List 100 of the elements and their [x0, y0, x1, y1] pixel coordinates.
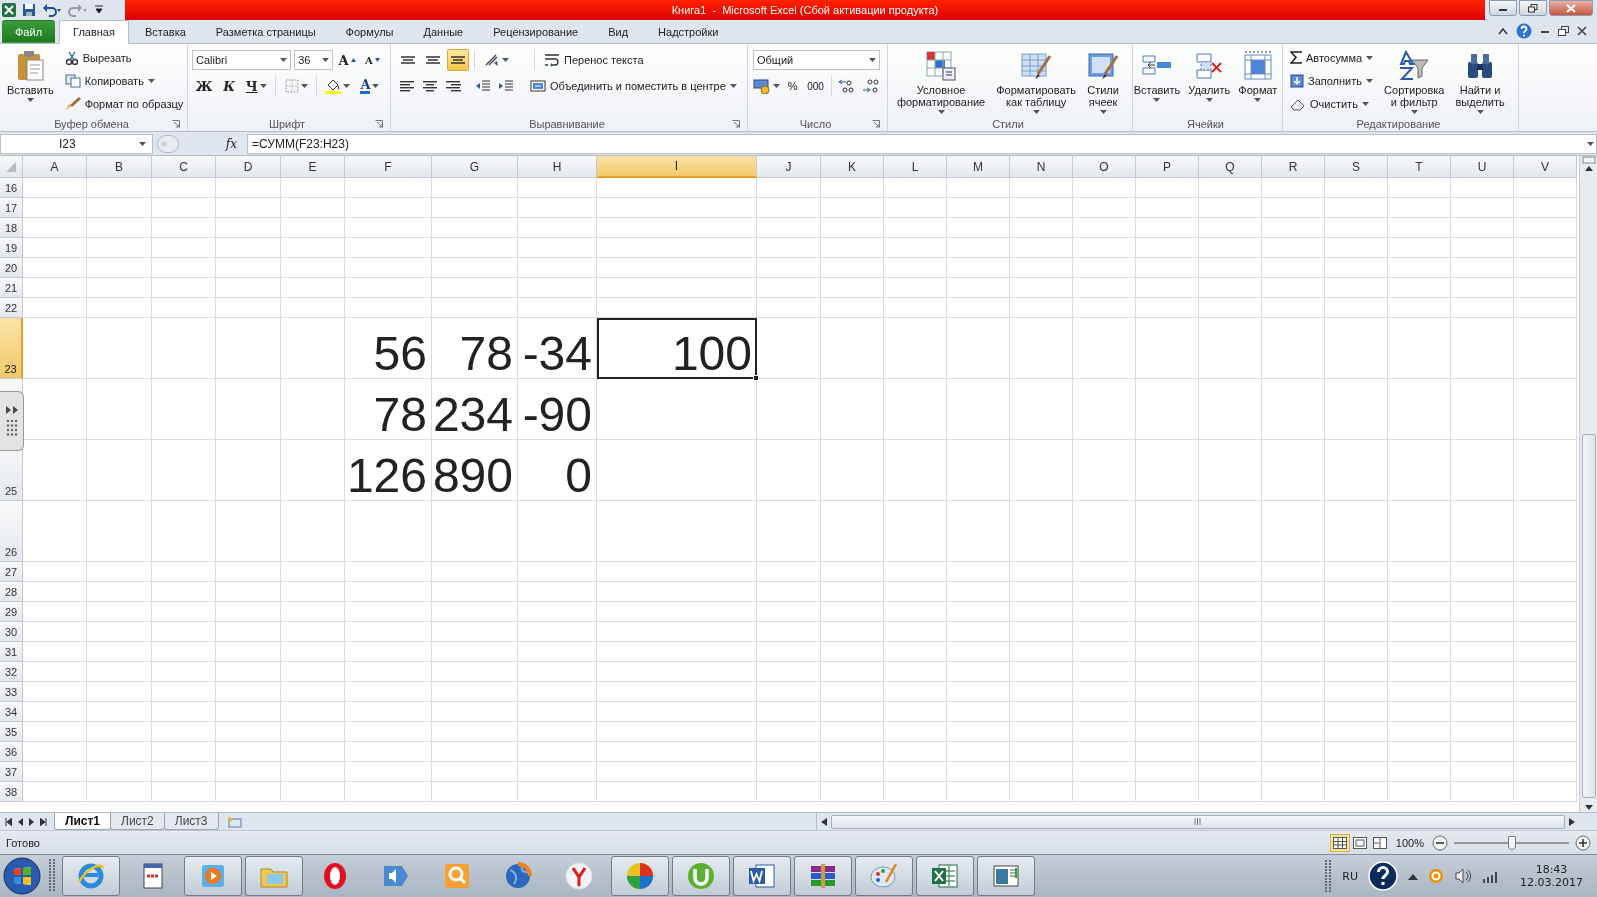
column-header[interactable]: C — [152, 156, 216, 178]
styles-button[interactable]: Стили ячеек — [1083, 47, 1124, 115]
dialog-launcher-icon[interactable] — [872, 120, 880, 128]
row-header[interactable]: 23 — [0, 318, 23, 379]
clear-button[interactable]: Очистить — [1286, 93, 1378, 114]
column-header[interactable]: O — [1073, 156, 1136, 178]
insert-sheet-icon[interactable] — [226, 815, 243, 828]
column-header[interactable]: L — [884, 156, 947, 178]
column-header[interactable]: I — [597, 156, 757, 178]
dialog-launcher-icon[interactable] — [732, 120, 740, 128]
slider-thumb[interactable] — [1507, 835, 1516, 850]
cells-button[interactable]: Вставить — [1129, 47, 1185, 115]
cells-button[interactable]: Формат — [1234, 47, 1282, 115]
thousands-separator-button[interactable]: 000 — [805, 75, 826, 97]
minimize-button[interactable] — [1489, 0, 1517, 16]
undo-icon[interactable] — [42, 3, 62, 17]
column-header[interactable]: D — [216, 156, 281, 178]
clock[interactable]: 18:43 12.03.2017 — [1520, 863, 1583, 889]
select-all-corner[interactable] — [0, 156, 23, 178]
column-header[interactable]: U — [1451, 156, 1514, 178]
save-icon[interactable] — [22, 3, 36, 17]
column-header[interactable]: M — [947, 156, 1010, 178]
excel-icon[interactable] — [2, 3, 16, 17]
sort-filter-button[interactable]: Сортировка и фильтр — [1380, 47, 1449, 115]
row-header[interactable]: 20 — [0, 258, 23, 278]
column-header[interactable]: J — [757, 156, 821, 178]
column-header[interactable]: T — [1388, 156, 1451, 178]
language-indicator[interactable]: RU — [1342, 869, 1358, 883]
ribbon-tab[interactable]: Главная — [59, 20, 129, 44]
column-header[interactable]: R — [1262, 156, 1325, 178]
ribbon-tab[interactable]: Формулы — [331, 20, 408, 43]
scroll-left-icon[interactable] — [820, 817, 827, 826]
ribbon-tab[interactable]: Рецензирование — [479, 20, 593, 43]
taskbar-app-button[interactable] — [62, 856, 120, 896]
row-header[interactable]: 31 — [0, 642, 23, 662]
fill-button[interactable]: Заполнить — [1286, 70, 1378, 91]
taskbar-app-button[interactable] — [794, 856, 852, 896]
wrap-text-button[interactable]: Перенос текста — [540, 49, 648, 71]
redo-icon[interactable] — [68, 3, 88, 17]
taskbar-app-button[interactable] — [184, 856, 242, 896]
last-sheet-icon[interactable] — [40, 817, 47, 826]
taskbar-app-button[interactable] — [611, 856, 669, 896]
ribbon-tab[interactable]: Разметка страницы — [201, 20, 330, 43]
column-header[interactable]: P — [1136, 156, 1199, 178]
copy-button[interactable]: Копировать — [60, 70, 188, 91]
split-handle-icon[interactable] — [1581, 156, 1596, 164]
row-header[interactable]: 16 — [0, 178, 23, 198]
collapse-ribbon-icon[interactable] — [1498, 27, 1508, 35]
column-header[interactable]: H — [518, 156, 597, 178]
number-format-field[interactable]: Общий — [753, 50, 880, 70]
table-cell[interactable]: 78 — [345, 379, 432, 440]
zoom-in-icon[interactable] — [1575, 834, 1591, 851]
paste-button[interactable]: Вставить — [3, 47, 58, 115]
italic-button[interactable]: К — [219, 75, 240, 97]
close-button[interactable] — [1549, 0, 1593, 16]
font-color-button[interactable]: A — [356, 75, 383, 97]
underline-button[interactable]: Ч — [242, 75, 271, 97]
ribbon-tab[interactable]: Вид — [594, 20, 643, 43]
table-cell[interactable]: 56 — [345, 318, 432, 379]
first-sheet-icon[interactable] — [5, 817, 12, 826]
cells-button[interactable]: Удалить — [1184, 47, 1235, 115]
row-header[interactable]: 27 — [0, 562, 23, 582]
row-header[interactable]: 37 — [0, 762, 23, 782]
column-header[interactable]: V — [1514, 156, 1577, 178]
formula-field[interactable]: =СУММ(F23:H23) — [247, 133, 1597, 154]
row-header[interactable]: 30 — [0, 622, 23, 642]
splitter-handle-icon[interactable] — [157, 134, 179, 153]
ribbon-tab[interactable]: Данные — [409, 20, 478, 43]
column-header[interactable]: N — [1010, 156, 1073, 178]
taskbar-app-button[interactable] — [672, 856, 730, 896]
zoom-out-icon[interactable] — [1432, 834, 1448, 851]
restore-icon[interactable] — [1558, 26, 1569, 36]
table-cell[interactable]: 126 — [345, 440, 432, 501]
show-hidden-icons-icon[interactable] — [1408, 872, 1418, 880]
table-cell[interactable]: 234 — [432, 379, 518, 440]
table-cell[interactable]: 890 — [432, 440, 518, 501]
sheet-tab[interactable]: Лист2 — [110, 813, 165, 830]
table-cell[interactable]: -34 — [518, 318, 597, 379]
row-header[interactable]: 34 — [0, 702, 23, 722]
font-name-field[interactable]: Calibri — [192, 50, 292, 70]
row-header[interactable]: 36 — [0, 742, 23, 762]
row-header[interactable]: 28 — [0, 582, 23, 602]
styles-button[interactable]: Условное форматирование — [892, 47, 990, 115]
grow-font-button[interactable]: A — [335, 49, 359, 71]
column-header[interactable]: S — [1325, 156, 1388, 178]
signal-bars-icon[interactable] — [1482, 869, 1500, 883]
row-header[interactable]: 22 — [0, 298, 23, 318]
dialog-launcher-icon[interactable] — [375, 120, 383, 128]
format-painter-button[interactable]: Формат по образцу — [60, 93, 188, 114]
name-box[interactable]: I23 — [0, 133, 153, 154]
taskbar-app-button[interactable] — [916, 856, 974, 896]
row-header[interactable]: 32 — [0, 662, 23, 682]
table-cell[interactable]: 78 — [432, 318, 518, 379]
percent-button[interactable]: % — [782, 75, 803, 97]
find-select-button[interactable]: Найти и выделить — [1451, 47, 1509, 115]
scrollbar-thumb[interactable] — [1581, 434, 1596, 798]
scroll-right-icon[interactable] — [1569, 817, 1575, 826]
sheet-tab[interactable]: Лист3 — [163, 813, 219, 830]
view-button[interactable] — [1329, 833, 1350, 852]
help-circle-icon[interactable] — [1368, 861, 1398, 891]
